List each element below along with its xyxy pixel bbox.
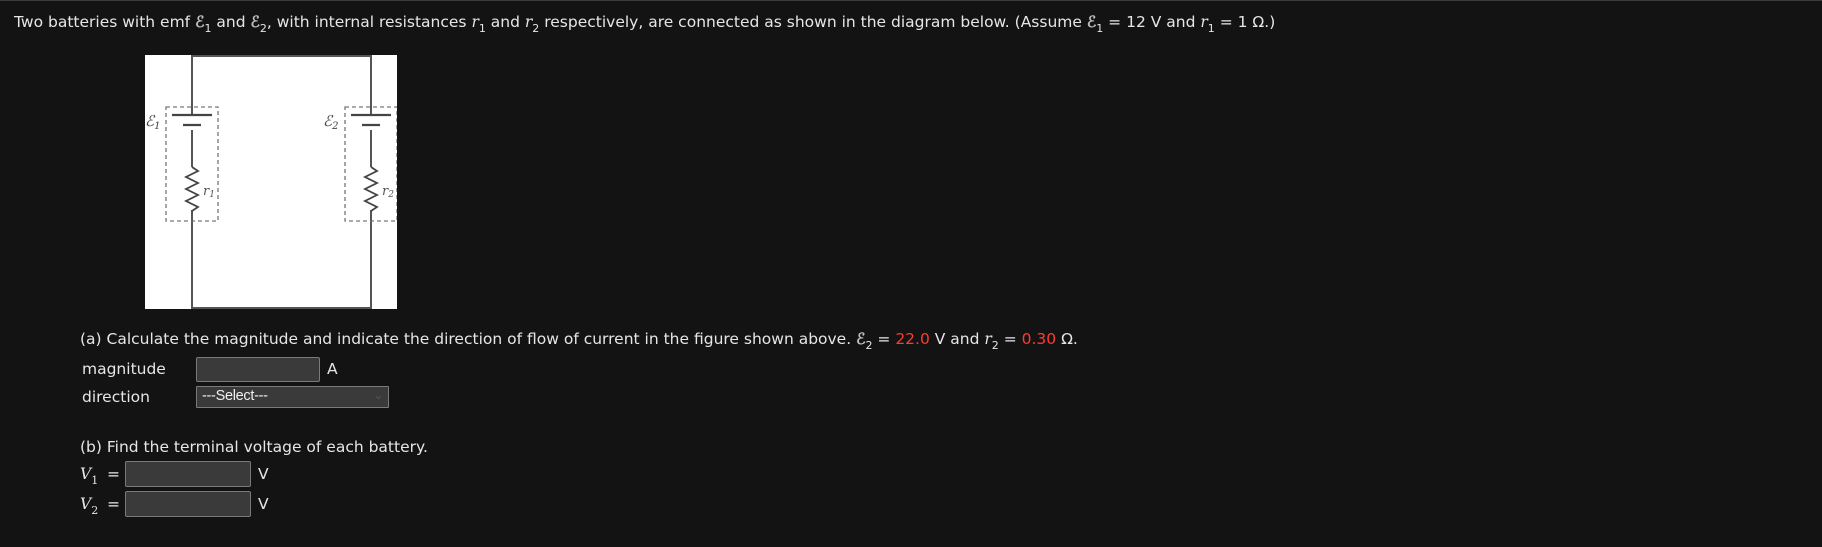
emf1-sub: 1 [154, 121, 160, 132]
circuit-svg: ℰ1 ℰ2 r1 r2 [145, 55, 398, 309]
part-a-text: V and [929, 330, 985, 348]
v1-label: V1 [80, 465, 98, 487]
svg-text:ℰ1: ℰ1 [145, 112, 160, 132]
intro-text: Two batteries with emf [14, 13, 196, 31]
v-symbol: V [80, 465, 92, 483]
v2-unit: V [258, 495, 269, 513]
subscript: 1 [91, 474, 99, 487]
magnitude-input[interactable] [196, 357, 320, 382]
direction-selected-value: ---Select--- [202, 388, 268, 404]
r1-sub: 1 [209, 190, 215, 200]
chevron-down-icon: ⌄ [373, 388, 383, 402]
resistance-symbol: r [471, 13, 479, 31]
resistance-symbol: r [984, 330, 992, 348]
part-b-question: (b) Find the terminal voltage of each ba… [80, 438, 428, 456]
intro-text: = 12 V and [1103, 13, 1201, 31]
v1-unit: V [258, 465, 269, 483]
equals: = [872, 330, 896, 348]
equals: = [107, 495, 120, 513]
svg-text:ℰ2: ℰ2 [323, 112, 338, 132]
subscript: 1 [478, 22, 486, 35]
part-a-question: (a) Calculate the magnitude and indicate… [80, 329, 1078, 352]
equals: = [107, 465, 120, 483]
circuit-diagram: ℰ1 ℰ2 r1 r2 [145, 55, 398, 309]
subscript: 2 [91, 504, 99, 517]
emf2-sub: 2 [331, 121, 338, 132]
part-a-text: (a) Calculate the magnitude and indicate… [80, 330, 857, 348]
r2-value: 0.30 [1021, 330, 1057, 348]
v2-label: V2 [80, 495, 98, 517]
direction-select[interactable]: ---Select--- ⌄ [196, 386, 389, 408]
equals: = [998, 330, 1022, 348]
magnitude-label: magnitude [82, 360, 166, 378]
r2-sub: 2 [387, 190, 394, 200]
emf2-value: 22.0 [895, 330, 930, 348]
intro-text: = 1 Ω.) [1214, 13, 1276, 31]
emf-symbol: ℰ [250, 12, 260, 31]
problem-statement: Two batteries with emf ℰ1 and ℰ2, with i… [14, 12, 1275, 35]
subscript: 1 [1207, 22, 1215, 35]
intro-text: and [211, 13, 251, 31]
v-symbol: V [80, 495, 92, 513]
intro-text: , with internal resistances [266, 13, 472, 31]
v2-input[interactable] [125, 491, 251, 517]
intro-text: respectively, are connected as shown in … [539, 13, 1087, 31]
part-a-text: Ω. [1056, 330, 1078, 348]
emf-symbol: ℰ [1086, 12, 1097, 31]
resistance-symbol: r [1200, 13, 1208, 31]
v1-input[interactable] [125, 461, 251, 487]
direction-label: direction [82, 388, 150, 406]
subscript: 2 [259, 22, 267, 35]
subscript: 2 [991, 339, 999, 352]
magnitude-unit: A [327, 360, 338, 378]
intro-text: and [485, 13, 525, 31]
